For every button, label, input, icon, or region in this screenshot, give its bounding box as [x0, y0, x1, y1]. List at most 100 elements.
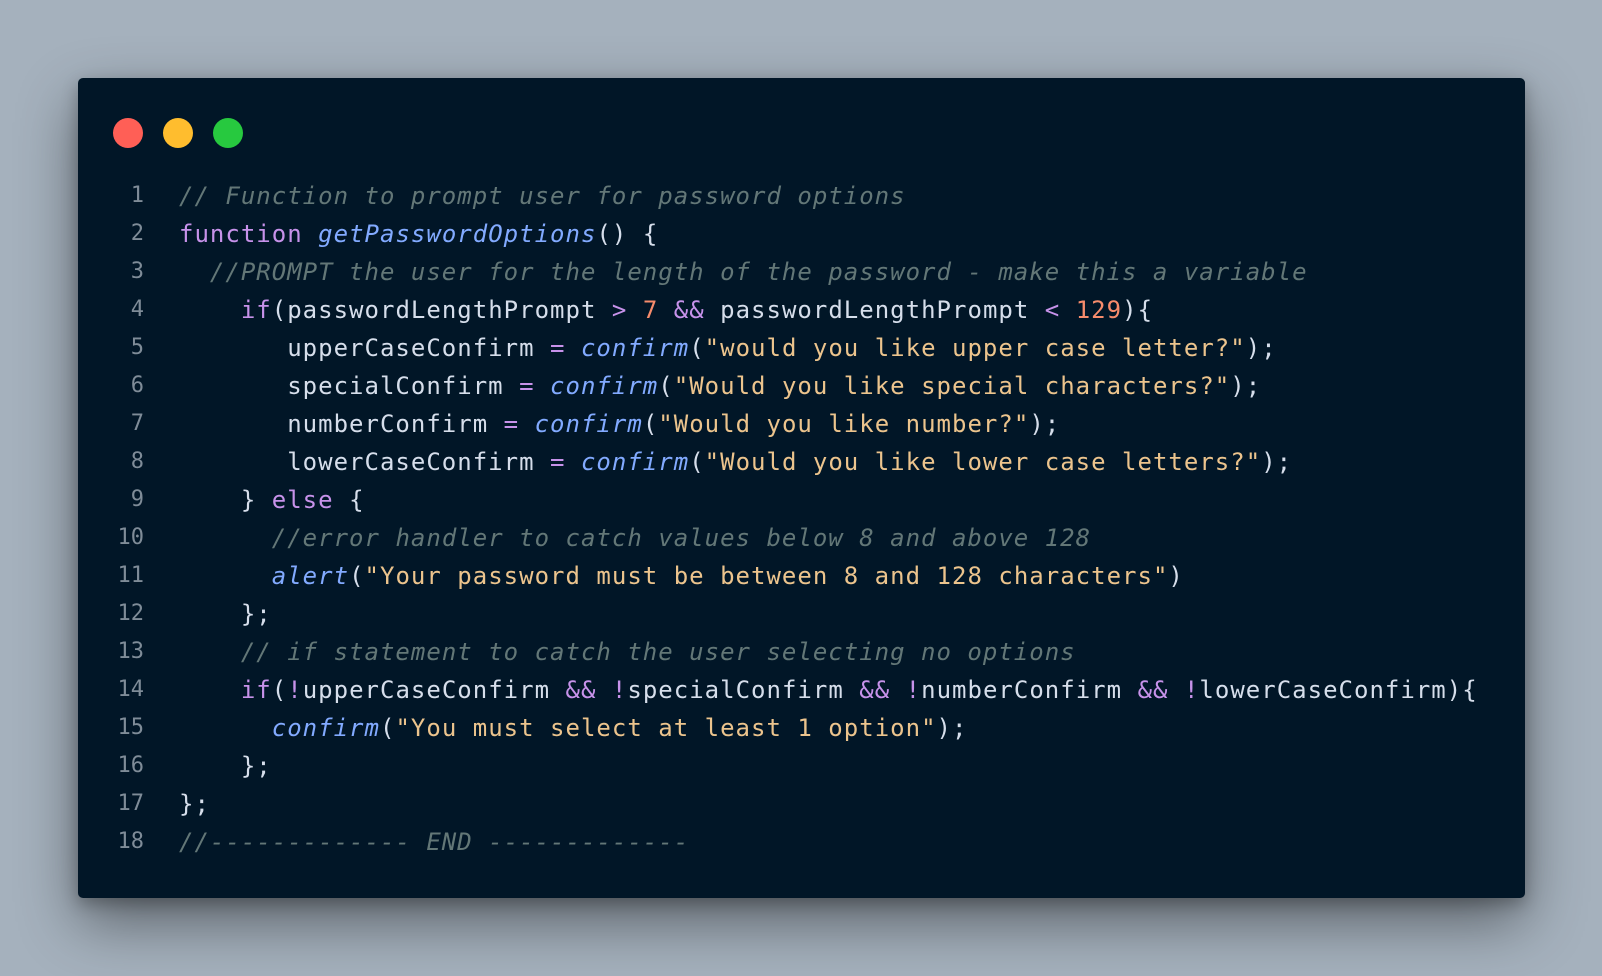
- code-line-text: };: [179, 595, 272, 633]
- code-line-text: if(passwordLengthPrompt > 7 && passwordL…: [179, 291, 1153, 329]
- token-plain: (: [658, 372, 674, 400]
- code-line: 14 if(!upperCaseConfirm && !specialConfi…: [78, 671, 1525, 709]
- code-line-text: lowerCaseConfirm = confirm("Would you li…: [179, 443, 1292, 481]
- token-func: confirm: [271, 714, 380, 742]
- token-plain: );: [1230, 372, 1262, 400]
- token-comment: //PROMPT the user for the length of the …: [209, 258, 1308, 286]
- code-window: 1 // Function to prompt user for password…: [78, 78, 1525, 898]
- token-func: confirm: [580, 448, 690, 476]
- token-plain: passwordLengthPrompt: [704, 296, 1045, 324]
- token-plain: numberConfirm: [921, 676, 1138, 704]
- line-number: 5: [130, 335, 144, 360]
- minimize-dot-icon[interactable]: [163, 118, 193, 148]
- token-string: "You must select at least 1 option": [395, 714, 937, 742]
- token-plain: (: [689, 448, 705, 476]
- token-plain: lowerCaseConfirm: [179, 448, 551, 476]
- line-number: 10: [117, 525, 145, 550]
- line-number: 14: [117, 677, 145, 702]
- close-dot-icon[interactable]: [113, 118, 143, 148]
- code-line-text: //error handler to catch values below 8 …: [179, 519, 1091, 557]
- code-line-text: } else {: [179, 481, 365, 519]
- token-operator: =: [550, 334, 566, 362]
- token-operator: &&: [1137, 676, 1169, 704]
- token-operator: =: [503, 410, 520, 438]
- line-number: 1: [130, 183, 144, 208]
- line-number: 7: [130, 411, 144, 436]
- line-number: 15: [117, 715, 145, 740]
- code-line-text: numberConfirm = confirm("Would you like …: [179, 405, 1060, 443]
- token-plain: ){: [1122, 296, 1154, 324]
- token-plain: }: [179, 486, 272, 514]
- code-line: 8 lowerCaseConfirm = confirm("Would you …: [78, 443, 1525, 481]
- token-plain: };: [179, 790, 210, 818]
- token-plain: ): [1168, 562, 1184, 590]
- token-number: 7: [642, 296, 659, 324]
- code-line: 2 function getPasswordOptions() {: [78, 215, 1525, 253]
- line-number: 17: [117, 791, 145, 816]
- token-operator: &&: [673, 296, 705, 324]
- token-plain: };: [179, 752, 272, 780]
- token-func: alert: [271, 562, 350, 590]
- token-plain: numberConfirm: [179, 410, 504, 438]
- token-plain: );: [1029, 410, 1061, 438]
- token-operator: &&: [859, 676, 891, 704]
- code-line-text: alert("Your password must be between 8 a…: [179, 557, 1184, 595]
- token-plain: (: [379, 714, 396, 742]
- token-plain: () {: [596, 220, 659, 248]
- line-number: 4: [130, 297, 144, 322]
- code-line: 1 // Function to prompt user for password…: [78, 177, 1525, 215]
- line-number: 12: [117, 601, 145, 626]
- line-number: 2: [130, 221, 144, 246]
- token-string: "Would you like number?": [658, 410, 1030, 438]
- code-line-text: confirm("You must select at least 1 opti…: [179, 709, 967, 747]
- code-line: 12 };: [78, 595, 1525, 633]
- line-number: 3: [130, 259, 144, 284]
- token-plain: );: [1245, 334, 1277, 362]
- token-plain: specialConfirm: [179, 372, 520, 400]
- code-line: 15 confirm("You must select at least 1 o…: [78, 709, 1525, 747]
- code-line: 10 //error handler to catch values below…: [78, 519, 1525, 557]
- maximize-dot-icon[interactable]: [213, 118, 243, 148]
- token-func: confirm: [534, 410, 643, 438]
- token-operator: !: [905, 676, 922, 704]
- code-line-text: // if statement to catch the user select…: [179, 633, 1076, 671]
- token-comment: // if statement to catch the user select…: [240, 638, 1076, 666]
- window-controls: [113, 118, 263, 148]
- line-number: 11: [117, 563, 145, 588]
- code-line-text: upperCaseConfirm = confirm("would you li…: [179, 329, 1277, 367]
- code-line-text: // Function to prompt user for password …: [179, 177, 906, 215]
- code-line-text: };: [179, 747, 272, 785]
- token-keyword: function: [179, 220, 303, 248]
- token-plain: (: [271, 676, 288, 704]
- token-operator: &&: [565, 676, 597, 704]
- code-line: 5 upperCaseConfirm = confirm("would you …: [78, 329, 1525, 367]
- token-func: confirm: [550, 372, 659, 400]
- code-line-text: if(!upperCaseConfirm && !specialConfirm …: [179, 671, 1478, 709]
- token-operator: !: [611, 676, 628, 704]
- token-plain: upperCaseConfirm: [179, 334, 551, 362]
- line-number: 18: [117, 829, 145, 854]
- code-line: 11 alert("Your password must be between …: [78, 557, 1525, 595]
- token-plain: (: [642, 410, 659, 438]
- code-block: 1 // Function to prompt user for password…: [78, 177, 1525, 861]
- code-line: 6 specialConfirm = confirm("Would you li…: [78, 367, 1525, 405]
- token-number: 129: [1075, 296, 1123, 324]
- token-operator: !: [1183, 676, 1200, 704]
- code-line: 4 if(passwordLengthPrompt > 7 && passwor…: [78, 291, 1525, 329]
- token-operator: <: [1044, 296, 1061, 324]
- token-func: getPasswordOptions: [318, 220, 597, 248]
- code-line: 7 numberConfirm = confirm("Would you lik…: [78, 405, 1525, 443]
- code-line: 9 } else {: [78, 481, 1525, 519]
